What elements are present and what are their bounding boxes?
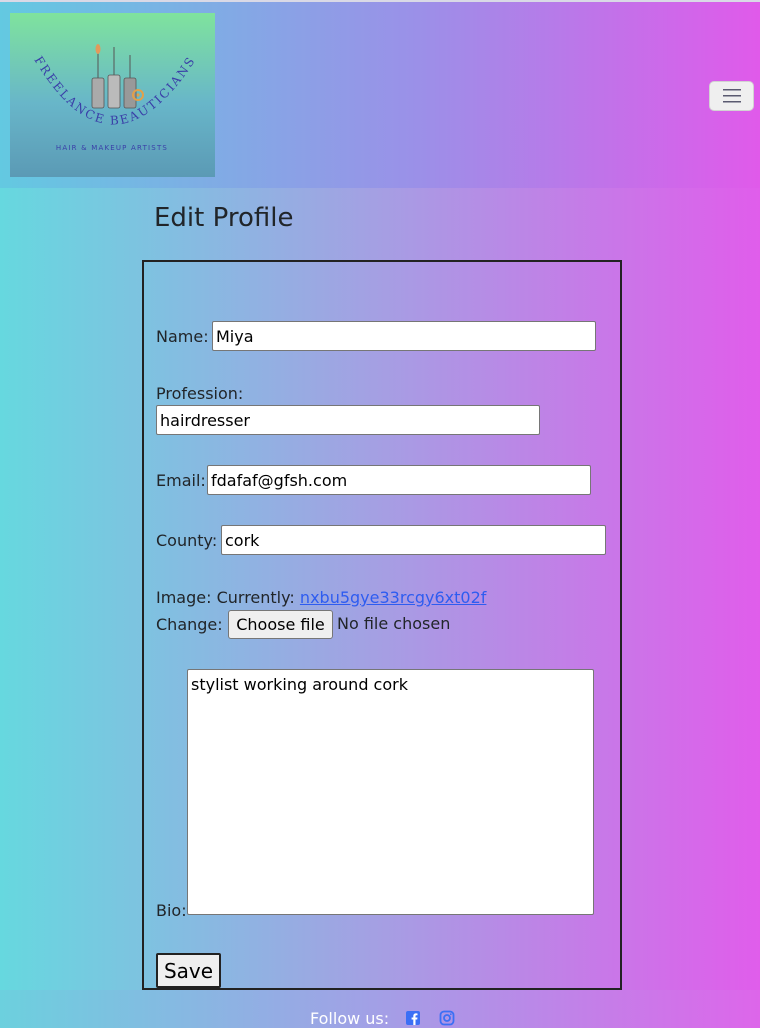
menu-icon bbox=[722, 89, 741, 103]
bio-label: Bio: bbox=[156, 901, 187, 920]
navbar-toggle-button[interactable] bbox=[709, 81, 754, 111]
profession-label: Profession: bbox=[156, 384, 244, 403]
svg-text:HAIR & MAKEUP ARTISTS: HAIR & MAKEUP ARTISTS bbox=[56, 144, 168, 152]
navbar: FREELANCE BEAUTICIANS HAIR & MAKEUP ARTI… bbox=[0, 0, 760, 188]
change-label: Change: bbox=[156, 615, 223, 634]
image-label: Image: Currently: bbox=[156, 588, 295, 607]
page-title: Edit Profile bbox=[154, 203, 294, 233]
email-input[interactable] bbox=[207, 465, 591, 495]
bio-textarea[interactable]: stylist working around cork bbox=[187, 669, 594, 915]
follow-us-label: Follow us: bbox=[310, 1009, 390, 1028]
save-button[interactable]: Save bbox=[156, 953, 221, 988]
logo[interactable]: FREELANCE BEAUTICIANS HAIR & MAKEUP ARTI… bbox=[10, 13, 215, 177]
choose-file-button[interactable]: Choose file bbox=[228, 610, 333, 639]
current-image-link[interactable]: nxbu5gye33rcgy6xt02f bbox=[300, 588, 486, 607]
no-file-text: No file chosen bbox=[337, 614, 451, 633]
logo-image: FREELANCE BEAUTICIANS HAIR & MAKEUP ARTI… bbox=[32, 44, 196, 152]
instagram-icon[interactable] bbox=[439, 1010, 455, 1026]
county-input[interactable] bbox=[221, 525, 606, 555]
county-label: County: bbox=[156, 531, 218, 550]
name-label: Name: bbox=[156, 327, 209, 346]
profession-input[interactable] bbox=[156, 405, 540, 435]
image-row: Image: Currently: nxbu5gye33rcgy6xt02f bbox=[156, 588, 486, 607]
name-input[interactable] bbox=[212, 321, 596, 351]
email-label: Email: bbox=[156, 471, 206, 490]
facebook-icon[interactable] bbox=[405, 1010, 421, 1026]
bottles-icon bbox=[91, 44, 144, 109]
